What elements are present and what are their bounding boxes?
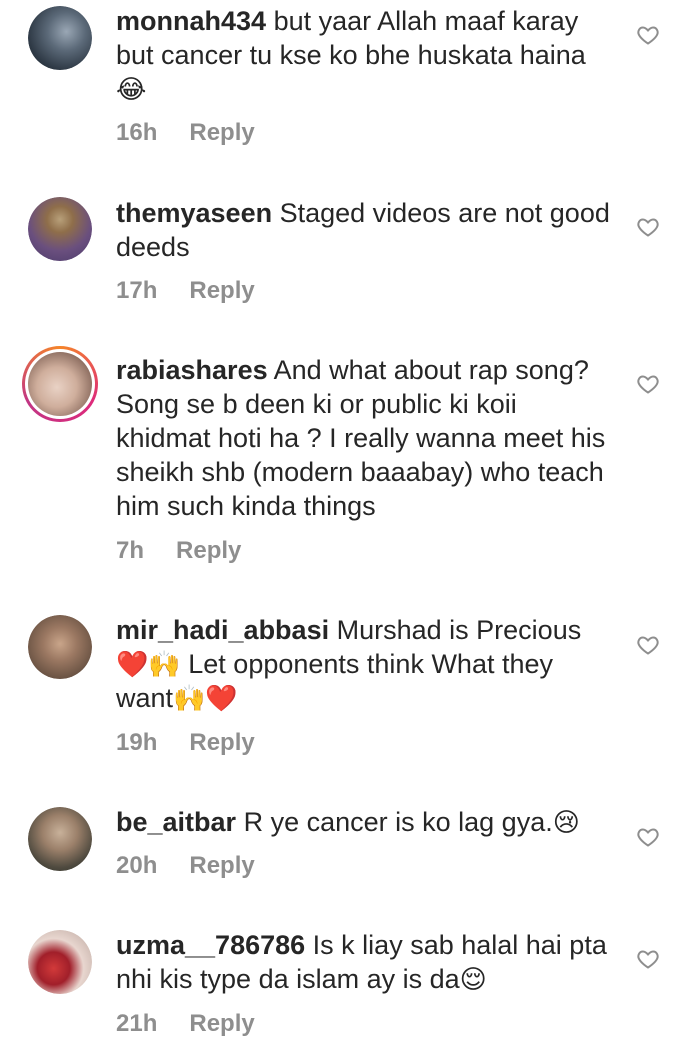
comment-body: R ye cancer is ko lag gya. [243,807,553,837]
avatar[interactable] [28,6,92,70]
avatar[interactable] [28,615,92,679]
comment-timestamp: 20h [116,852,158,879]
comment-username[interactable]: rabiashares [116,355,268,385]
comment-body: Murshad is Precious [336,615,582,645]
comment-text: be_aitbar R ye cancer is ko lag gya.😢 [116,805,616,839]
comment-meta: 21h Reply [116,1010,255,1038]
comment-username[interactable]: mir_hadi_abbasi [116,615,329,645]
comment-meta: 7h Reply [116,537,241,565]
heart-icon[interactable] [636,215,660,239]
heart-hands-emoji-icon: ❤️🙌 [116,649,181,679]
comment-meta: 19h Reply [116,729,255,757]
avatar[interactable] [28,930,92,994]
comment-username[interactable]: themyaseen [116,198,272,228]
comment-meta: 20h Reply [116,852,255,880]
comment-timestamp: 19h [116,729,158,756]
comment-text: rabiashares And what about rap song? Son… [116,353,616,523]
reply-button[interactable]: Reply [189,119,254,146]
comment-username[interactable]: be_aitbar [116,807,236,837]
reply-button[interactable]: Reply [189,729,254,756]
avatar-story-ring[interactable] [22,346,98,422]
heart-icon[interactable] [636,947,660,971]
avatar[interactable] [28,807,92,871]
comment-text: mir_hadi_abbasi Murshad is Precious ❤️🙌 … [116,613,616,715]
reply-button[interactable]: Reply [189,852,254,879]
reply-button[interactable]: Reply [189,277,254,304]
comment-text: themyaseen Staged videos are not good de… [116,196,616,264]
laughing-emoji-icon: 😂 [116,74,147,104]
heart-icon[interactable] [636,372,660,396]
comment-meta: 16h Reply [116,119,255,147]
crying-emoji-icon: 😢 [552,807,580,837]
comment-meta: 17h Reply [116,277,255,305]
avatar[interactable] [28,197,92,261]
comment-timestamp: 7h [116,537,145,564]
comment-timestamp: 16h [116,119,158,146]
heart-icon[interactable] [636,633,660,657]
comment-text: monnah434 but yaar Allah maaf karay but … [116,4,616,106]
heart-icon[interactable] [636,23,660,47]
hands-heart-emoji-icon: 🙌❤️ [173,683,238,713]
comment-username[interactable]: monnah434 [116,6,266,36]
heart-icon[interactable] [636,825,660,849]
relieved-emoji-icon: 😌 [459,964,487,994]
comment-text: uzma__786786 Is k liay sab halal hai pta… [116,928,616,996]
comment-username[interactable]: uzma__786786 [116,930,305,960]
comment-timestamp: 17h [116,277,158,304]
reply-button[interactable]: Reply [176,537,241,564]
